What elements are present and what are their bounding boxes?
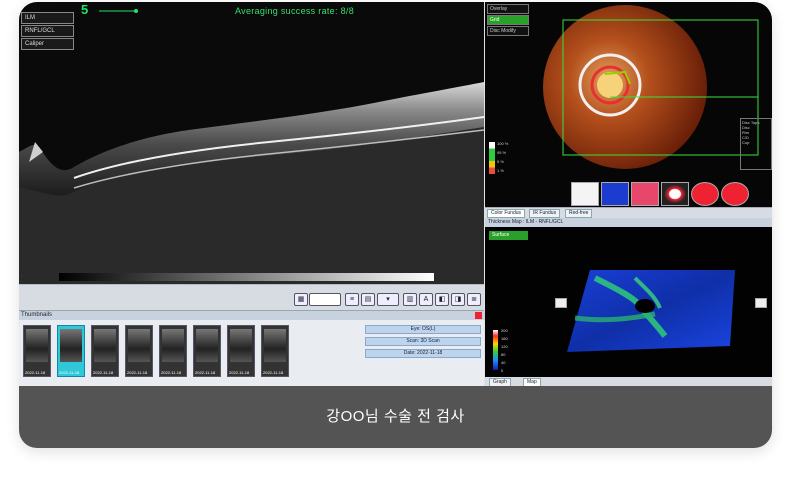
thumbnail-image (60, 329, 82, 362)
thumbnail-date: 2022-11-18 (127, 370, 148, 375)
thumbnail-image (128, 329, 150, 362)
layer-menu: ILM RNFL/GCL Caliper (21, 12, 74, 51)
percentile-scale (489, 142, 495, 174)
disc-topo-line: Cup (742, 140, 750, 145)
layer-item-ilm[interactable]: ILM (21, 12, 74, 24)
disc-topo-box: Disc Topo Disc Rim C/D Cup (740, 118, 772, 170)
thumbnail-image (264, 329, 286, 362)
fundus-tabs: Color Fundus IR Fundus Red-free (485, 207, 772, 218)
frame-number: 5 (81, 2, 89, 17)
oct-bscan-view[interactable]: · ILM RNFL/GCL Caliper 5 Averaging succe… (19, 2, 484, 284)
map-thumb-thickness[interactable] (601, 182, 629, 206)
thumbnail[interactable]: 2022-11-18 (193, 325, 221, 377)
map-thumb-deviation[interactable] (571, 182, 599, 206)
averaging-success-rate: Averaging success rate: 8/8 (235, 6, 354, 16)
palette-icon[interactable]: ◧ (435, 293, 449, 306)
colorbar-label: 160 (501, 336, 508, 341)
tab-red-free[interactable]: Red-free (565, 209, 593, 218)
thickness-colorbar (493, 330, 498, 370)
caption-bar: 강OO님 수술 전 검사 (19, 386, 772, 448)
colorbar-label: 200 (501, 328, 508, 333)
thumbnail[interactable]: 2022-11-18 (261, 325, 289, 377)
thumbnail-date: 2022-11-18 (93, 370, 114, 375)
thumbnail[interactable]: 2022-11-18 (23, 325, 51, 377)
colorbar-label: 0 (501, 368, 504, 373)
layer-item-caliper[interactable]: Caliper (21, 38, 74, 50)
colorbar-label: 80 (501, 352, 506, 357)
thumbnail[interactable]: 2022-11-18 (125, 325, 153, 377)
close-icon[interactable] (475, 312, 482, 319)
thickness-surface-plot (567, 270, 735, 352)
film-icon[interactable]: ▥ (403, 293, 417, 306)
thumbnail[interactable]: 2022-11-18 (91, 325, 119, 377)
fundus-view[interactable]: Overlay Grid Disc Modify 100 % 95 % 5 % … (485, 2, 772, 207)
overlay-item[interactable]: Overlay (487, 4, 529, 14)
grid-icon[interactable]: ▦ (294, 293, 308, 306)
scale-label: 1 % (497, 168, 504, 173)
axis-left-marker (555, 298, 567, 308)
menu-icon[interactable]: ≣ (467, 293, 481, 306)
overlay-menu: Overlay Grid Disc Modify (487, 4, 529, 37)
text-annotation-icon[interactable]: A (419, 293, 433, 306)
colorbar-label: 40 (501, 360, 506, 365)
tab-color-fundus[interactable]: Color Fundus (487, 209, 526, 218)
thumbnail-date: 2022-11-18 (263, 370, 284, 375)
scale-label: 5 % (497, 159, 504, 164)
scan-info-date: Date: 2022-11-18 (365, 349, 481, 358)
scan-info-type: Scan: 3D Scan (365, 337, 481, 346)
thumbnails-title: Thumbnails (19, 311, 486, 320)
thumbnail-image (26, 329, 48, 362)
map-thumb-quadrant[interactable] (661, 182, 689, 206)
axis-right-marker (755, 298, 767, 308)
thumbnail-image (162, 329, 184, 362)
thumbnails-panel: Thumbnails 2022-11-18 2022-11-18 2022-11-1… (19, 310, 486, 387)
thickness-tabs: Graph Map (485, 377, 772, 387)
thumbnail-date: 2022-11-18 (25, 370, 46, 375)
map-thumb-significance[interactable] (631, 182, 659, 206)
tab-ir-fundus[interactable]: IR Fundus (529, 209, 561, 218)
frame-arrow-icon (99, 9, 138, 13)
thumbnail-date: 2022-11-18 (59, 370, 80, 375)
scale-label: 100 % (497, 141, 509, 146)
thumbnail-image (230, 329, 252, 362)
colorbar-label: 120 (501, 344, 508, 349)
snapshot-icon[interactable]: ◨ (451, 293, 465, 306)
map-thumb-sector[interactable] (691, 182, 719, 206)
map-thumb-clock[interactable] (721, 182, 749, 206)
thickness-map-view[interactable]: Thickness Map : ILM - RNFL/GCL Surface 2… (485, 218, 772, 386)
thumbnail[interactable]: 2022-11-18 (159, 325, 187, 377)
grid-item[interactable]: Grid (487, 15, 529, 25)
zoom-select[interactable] (309, 293, 341, 306)
scan-info-eye: Eye: OS(L) (365, 325, 481, 334)
scale-label: 95 % (497, 150, 507, 155)
print-icon[interactable]: ▤ (361, 293, 375, 306)
thumbnail-image (196, 329, 218, 362)
thumbnail-date: 2022-11-18 (229, 370, 250, 375)
thumbnail-image (94, 329, 116, 362)
layer-item-rnfl[interactable]: RNFL/GCL (21, 25, 74, 37)
slide-card: · ILM RNFL/GCL Caliper 5 Averaging succe… (19, 2, 772, 448)
layers-icon[interactable]: ≡ (345, 293, 359, 306)
color-map-icon[interactable]: ▾ (377, 293, 399, 306)
scan-info: Eye: OS(L) Scan: 3D Scan Date: 2022-11-1… (365, 325, 481, 361)
thumbnail-date: 2022-11-18 (195, 370, 216, 375)
oct-toolbar: ▦ ≡ ▤ ▾ ▥ A ◧ ◨ ≣ (19, 284, 484, 311)
thumbnail[interactable]: 2022-11-18 (57, 325, 85, 377)
disc-modify-item[interactable]: Disc Modify (487, 26, 529, 36)
thumbnail[interactable]: 2022-11-18 (227, 325, 255, 377)
thumbnail-date: 2022-11-18 (161, 370, 182, 375)
oct-bscan-image: · (19, 82, 484, 284)
